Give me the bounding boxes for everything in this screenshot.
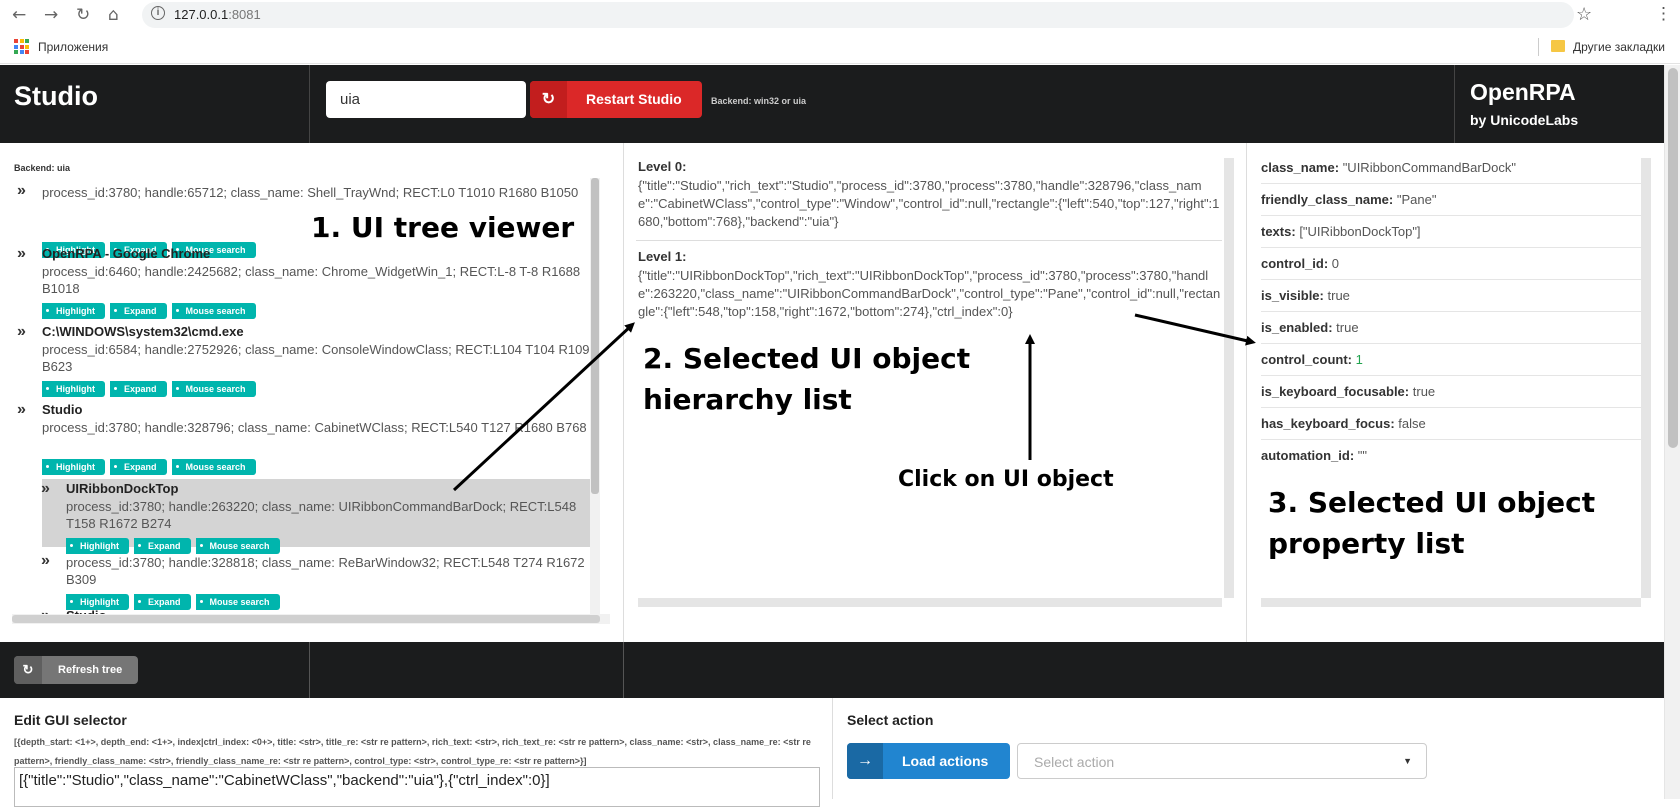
property-row: automation_id: "" bbox=[1261, 448, 1368, 463]
restart-icon: ↻ bbox=[530, 81, 567, 118]
expand-chevron-icon[interactable]: » bbox=[17, 401, 26, 419]
property-row: texts: ["UIRibbonDockTop"] bbox=[1261, 216, 1641, 248]
tree-item-actions: Highlight Expand Mouse search bbox=[42, 301, 261, 319]
tree-item-selected[interactable]: » UIRibbonDockTop process_id:3780; handl… bbox=[36, 480, 598, 554]
mouse-search-button[interactable]: Mouse search bbox=[171, 381, 256, 397]
properties-scrollbar[interactable] bbox=[1641, 158, 1651, 598]
bookmarks-bar: Приложения Другие закладки bbox=[0, 30, 1680, 64]
tree-scrollbar-thumb[interactable] bbox=[591, 178, 599, 494]
arrow-right-icon: → bbox=[847, 743, 883, 779]
tree-item[interactable]: » process_id:3780; handle:328818; class_… bbox=[36, 552, 598, 610]
page-scrollbar-thumb[interactable] bbox=[1668, 68, 1678, 448]
mouse-search-button[interactable]: Mouse search bbox=[171, 303, 256, 319]
tree-horizontal-scrollbar-thumb[interactable] bbox=[12, 615, 600, 623]
column-divider bbox=[1246, 143, 1247, 643]
apps-grid-icon[interactable] bbox=[14, 39, 29, 54]
tree-backend-label: Backend: uia bbox=[14, 163, 71, 173]
expand-chevron-icon[interactable]: » bbox=[41, 480, 50, 498]
brand-byline: by UnicodeLabs bbox=[1470, 112, 1579, 128]
property-row: is_visible: true bbox=[1261, 280, 1641, 312]
hierarchy-level[interactable]: Level 1: {"title":"UIRibbonDockTop","ric… bbox=[638, 248, 1222, 321]
expand-chevron-icon[interactable]: » bbox=[17, 245, 26, 263]
property-row: has_keyboard_focus: false bbox=[1261, 408, 1641, 440]
annotation-property-line1: 3. Selected UI object bbox=[1268, 486, 1596, 519]
info-icon[interactable]: i bbox=[151, 6, 165, 20]
tree-item-actions: Highlight Expand Mouse search bbox=[42, 379, 261, 397]
load-actions-button[interactable]: → Load actions bbox=[847, 743, 1010, 779]
tree-item-actions: Highlight Expand Mouse search bbox=[66, 536, 285, 554]
annotation-property-line2: property list bbox=[1268, 527, 1465, 560]
property-row: is_keyboard_focusable: true bbox=[1261, 376, 1641, 408]
app-title: Studio bbox=[14, 81, 98, 111]
address-bar[interactable] bbox=[142, 2, 1574, 28]
annotation-click: Click on UI object bbox=[898, 467, 1114, 492]
app-header: Studio ↻ Restart Studio Backend: win32 o… bbox=[0, 65, 1664, 143]
forward-icon[interactable]: → bbox=[44, 5, 58, 25]
property-row: friendly_class_name: "Pane" bbox=[1261, 184, 1641, 216]
tree-item[interactable]: » OpenRPA - Google Chrome process_id:646… bbox=[12, 245, 598, 319]
property-row: control_id: 0 bbox=[1261, 248, 1641, 280]
annotation-tree-viewer: 1. UI tree viewer bbox=[311, 211, 575, 244]
refresh-icon: ↻ bbox=[14, 656, 42, 684]
brand-title: OpenRPA bbox=[1470, 79, 1576, 105]
bookmark-other[interactable]: Другие закладки bbox=[1573, 40, 1665, 54]
property-row: control_count: 1 bbox=[1261, 344, 1641, 376]
property-row: is_enabled: true bbox=[1261, 312, 1641, 344]
footer-divider bbox=[623, 642, 624, 698]
header-divider bbox=[309, 65, 310, 143]
expand-chevron-icon[interactable]: » bbox=[17, 182, 26, 200]
browser-toolbar: ← → ↻ ⌂ i 127.0.0.1:8081 ☆ ⋮ bbox=[0, 0, 1680, 30]
backend-hint: Backend: win32 or uia bbox=[711, 96, 807, 106]
expand-button[interactable]: Expand bbox=[110, 303, 167, 319]
property-row: class_name: "UIRibbonCommandBarDock" bbox=[1261, 152, 1641, 184]
page-scrollbar[interactable] bbox=[1664, 65, 1680, 799]
annotation-hierarchy-line1: 2. Selected UI object bbox=[643, 342, 971, 375]
bookmark-apps[interactable]: Приложения bbox=[38, 40, 108, 54]
selector-hint: [{depth_start: <1+>, depth_end: <1+>, in… bbox=[14, 737, 811, 766]
section-divider bbox=[832, 698, 833, 799]
home-icon[interactable]: ⌂ bbox=[108, 5, 119, 25]
tree-item-actions: Highlight Expand Mouse search bbox=[42, 457, 261, 475]
properties-horizontal-scrollbar[interactable] bbox=[1261, 598, 1641, 607]
bookmark-divider bbox=[1538, 38, 1539, 56]
highlight-button[interactable]: Highlight bbox=[42, 303, 105, 319]
selector-title: Edit GUI selector bbox=[14, 712, 127, 728]
url-text: 127.0.0.1:8081 bbox=[174, 7, 261, 22]
hierarchy-level[interactable]: Level 0: {"title":"Studio","rich_text":"… bbox=[638, 158, 1222, 231]
expand-chevron-icon[interactable]: » bbox=[41, 552, 50, 570]
highlight-button[interactable]: Highlight bbox=[42, 459, 105, 475]
expand-button[interactable]: Expand bbox=[110, 381, 167, 397]
expand-chevron-icon[interactable]: » bbox=[17, 323, 26, 341]
tree-item-actions: Highlight Expand Mouse search bbox=[66, 592, 285, 610]
tree-item[interactable]: » Studio process_id:3780; handle:328796;… bbox=[12, 401, 598, 475]
reload-icon[interactable]: ↻ bbox=[76, 5, 90, 25]
backend-input[interactable] bbox=[326, 81, 526, 118]
back-icon[interactable]: ← bbox=[12, 5, 26, 25]
mouse-search-button[interactable]: Mouse search bbox=[171, 459, 256, 475]
action-select[interactable]: Select action ▼ bbox=[1017, 743, 1427, 779]
column-divider bbox=[623, 143, 624, 643]
tree-item[interactable]: » C:\WINDOWS\system32\cmd.exe process_id… bbox=[12, 323, 598, 397]
expand-button[interactable]: Expand bbox=[110, 459, 167, 475]
hierarchy-separator bbox=[636, 240, 1222, 241]
menu-icon[interactable]: ⋮ bbox=[1655, 4, 1672, 24]
selector-textarea[interactable]: [{"title":"Studio","class_name":"Cabinet… bbox=[14, 767, 820, 807]
hierarchy-scrollbar[interactable] bbox=[1224, 158, 1234, 598]
header-divider-right bbox=[1454, 65, 1455, 143]
restart-studio-button[interactable]: ↻ Restart Studio bbox=[530, 81, 702, 118]
action-title: Select action bbox=[847, 712, 934, 728]
hierarchy-horizontal-scrollbar[interactable] bbox=[638, 598, 1222, 607]
dropdown-caret-icon: ▼ bbox=[1403, 756, 1412, 766]
tree-scrollbar[interactable] bbox=[590, 178, 600, 616]
refresh-tree-button[interactable]: ↻ Refresh tree bbox=[14, 656, 138, 684]
footer-bar: ↻ Refresh tree bbox=[0, 642, 1664, 698]
tree-horizontal-scrollbar[interactable] bbox=[12, 614, 610, 624]
annotation-hierarchy-line2: hierarchy list bbox=[643, 383, 852, 416]
folder-icon bbox=[1551, 40, 1565, 52]
highlight-button[interactable]: Highlight bbox=[42, 381, 105, 397]
bookmark-star-icon[interactable]: ☆ bbox=[1576, 4, 1592, 25]
footer-divider bbox=[309, 642, 310, 698]
